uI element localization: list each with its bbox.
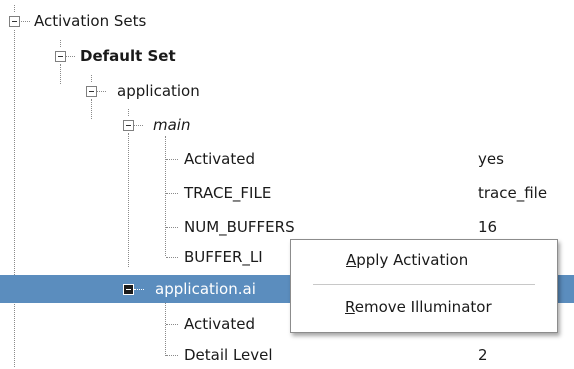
tree-node-label: main (153, 116, 191, 134)
property-name: Detail Level (184, 346, 273, 364)
property-value: yes (478, 150, 504, 168)
property-row-detail-level[interactable]: Detail Level 2 (0, 341, 574, 369)
property-row-activated[interactable]: Activated yes (0, 145, 574, 173)
property-row-trace-file[interactable]: TRACE_FILE trace_file (0, 179, 574, 207)
tree-node-label: Activation Sets (34, 12, 147, 30)
collapse-icon[interactable] (123, 120, 134, 131)
context-menu: Apply Activation Remove Illuminator (290, 239, 558, 333)
menu-item-label: emove Illuminator (354, 298, 492, 316)
apply-activation-menu-item[interactable]: Apply Activation (291, 243, 557, 277)
property-name: TRACE_FILE (184, 184, 272, 202)
mnemonic-r: R (345, 298, 355, 316)
property-value: 16 (478, 218, 498, 236)
menu-separator (313, 284, 535, 285)
property-name: Activated (184, 315, 255, 333)
property-value: trace_file (478, 184, 548, 202)
property-row-num-buffers[interactable]: NUM_BUFFERS 16 (0, 213, 574, 241)
collapse-icon[interactable] (9, 16, 20, 27)
menu-item-label: pply Activation (356, 251, 469, 269)
remove-illuminator-menu-item[interactable]: Remove Illuminator (291, 290, 557, 324)
property-name: NUM_BUFFERS (184, 218, 295, 236)
tree-node-default-set[interactable]: Default Set (0, 40, 574, 70)
collapse-icon[interactable] (123, 284, 134, 295)
tree-node-label: application.ai (155, 280, 256, 298)
property-name: BUFFER_LI (184, 248, 263, 266)
collapse-icon[interactable] (55, 51, 66, 62)
collapse-icon[interactable] (86, 86, 97, 97)
tree-node-application[interactable]: application (0, 75, 574, 105)
tree-node-label: application (117, 82, 200, 100)
property-value: 2 (478, 346, 488, 364)
tree-node-main[interactable]: main (0, 109, 574, 139)
tree-node-activation-sets[interactable]: Activation Sets (0, 5, 574, 35)
tree-node-label: Default Set (80, 47, 176, 65)
mnemonic-a: A (346, 251, 357, 269)
property-name: Activated (184, 150, 255, 168)
